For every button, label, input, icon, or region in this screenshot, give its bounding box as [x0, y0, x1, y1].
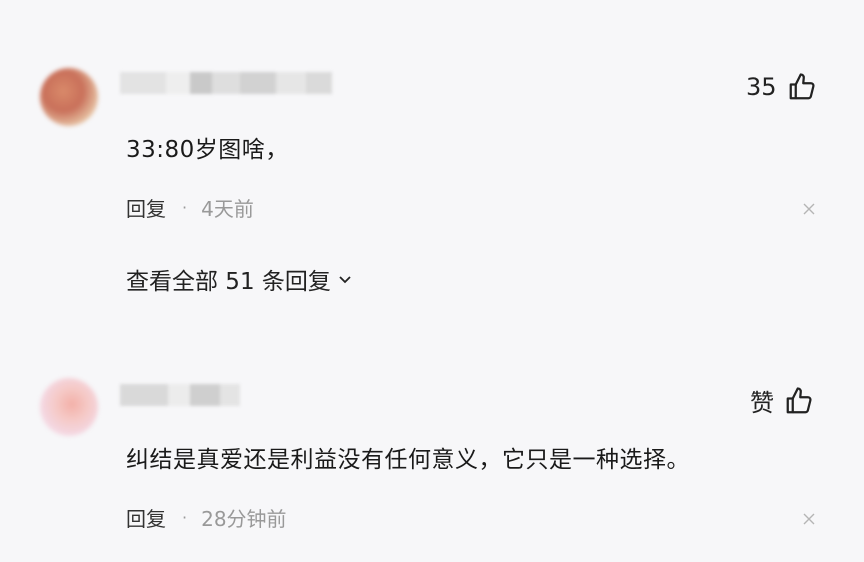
- reply-button[interactable]: 回复: [126, 503, 166, 532]
- timestamp: 4天前: [201, 197, 254, 221]
- like-button[interactable]: 赞: [750, 383, 814, 418]
- chevron-down-icon: [339, 276, 351, 284]
- close-icon[interactable]: [802, 511, 816, 525]
- like-button[interactable]: 35: [746, 72, 817, 102]
- comment-meta: 回复 · 28分钟前: [126, 503, 287, 532]
- like-count: 35: [746, 73, 777, 101]
- avatar[interactable]: [40, 68, 98, 126]
- separator: ·: [182, 508, 188, 527]
- thumbs-up-icon: [789, 73, 815, 100]
- avatar[interactable]: [40, 378, 98, 436]
- view-all-replies-button[interactable]: 查看全部 51 条回复: [126, 262, 353, 296]
- reply-button[interactable]: 回复: [126, 193, 166, 222]
- username-blurred[interactable]: [120, 72, 332, 94]
- username-blurred[interactable]: [120, 384, 240, 406]
- comment-text: 纠结是真爱还是利益没有任何意义，它只是一种选择。: [126, 447, 690, 473]
- comment-text: 33:80岁图啥，: [126, 137, 289, 163]
- close-icon[interactable]: [802, 201, 816, 215]
- separator: ·: [182, 198, 188, 217]
- view-all-replies-label: 查看全部 51 条回复: [126, 269, 331, 295]
- thumbs-up-icon: [786, 386, 812, 413]
- timestamp: 28分钟前: [201, 507, 287, 531]
- comment-meta: 回复 · 4天前: [126, 193, 254, 222]
- like-label: 赞: [750, 389, 774, 417]
